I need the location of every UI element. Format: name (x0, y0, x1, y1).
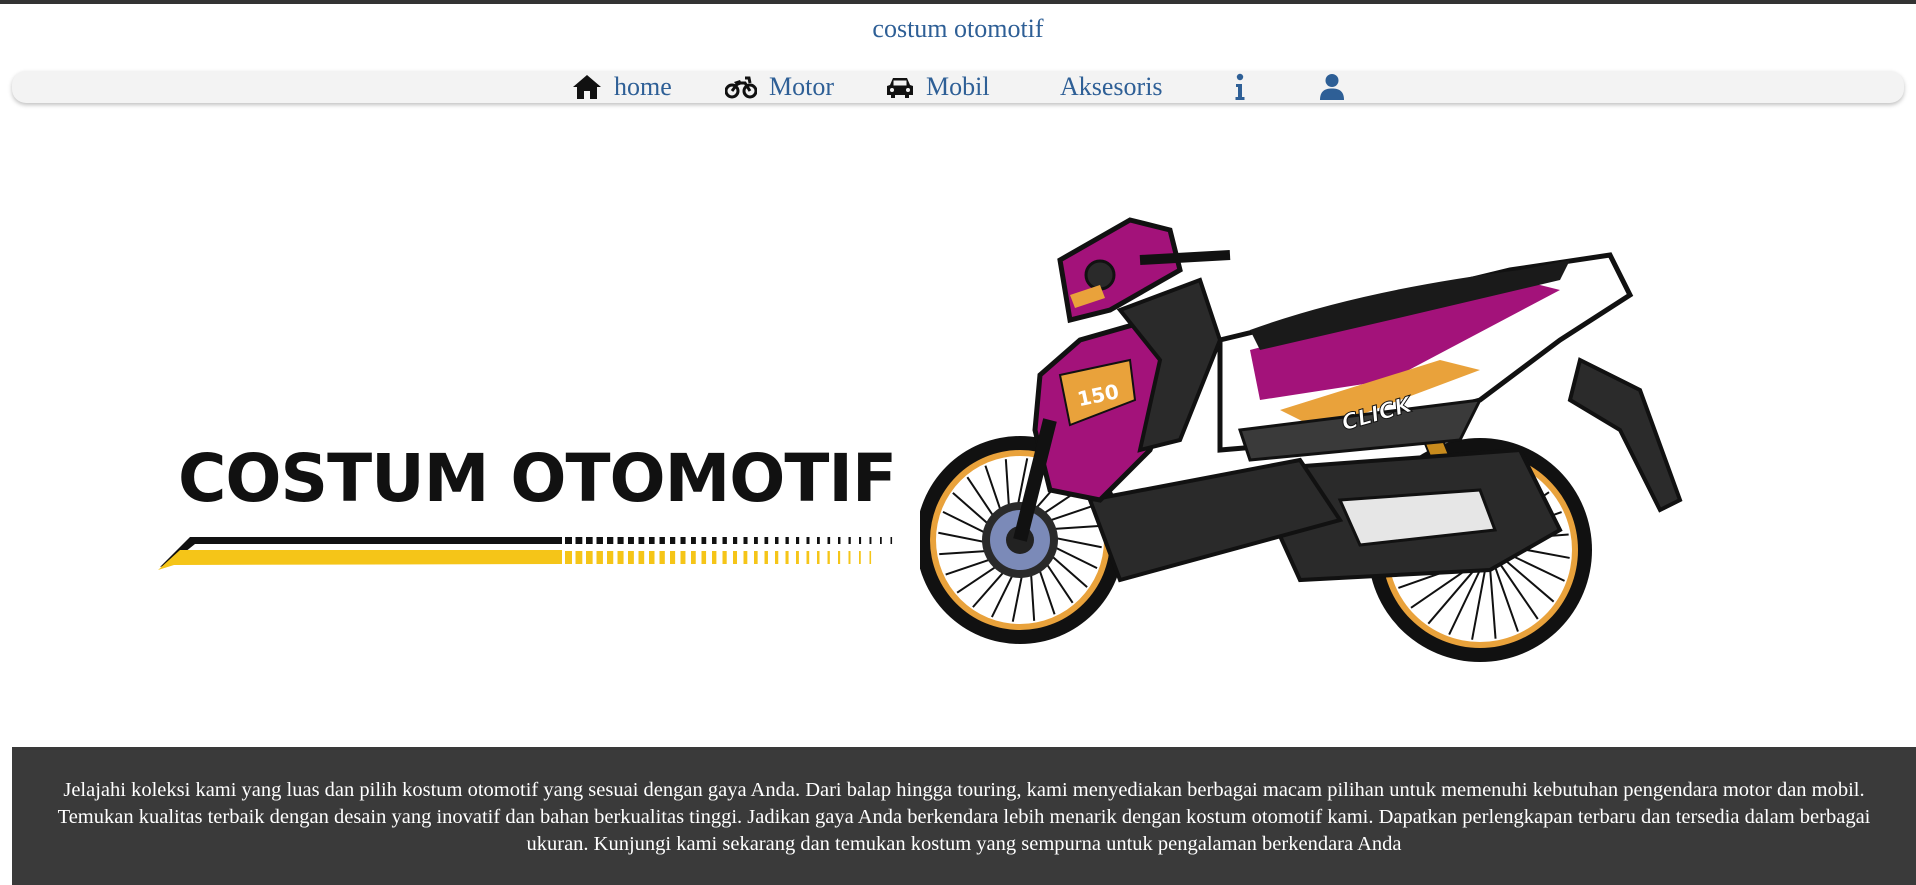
top-border (0, 0, 1916, 4)
site-title: costum otomotif (872, 14, 1044, 43)
scooter-illustration: 150 CLICK (920, 217, 1683, 662)
info-icon (1234, 73, 1246, 101)
nav-item-info[interactable] (1234, 71, 1246, 103)
nav-item-home[interactable]: home (572, 71, 672, 103)
speed-stripes-graphic (158, 537, 893, 570)
nav-item-aksesoris[interactable]: Aksesoris (1060, 71, 1163, 103)
nav-label-aksesoris: Aksesoris (1060, 72, 1163, 101)
info-banner-text: Jelajahi koleksi kami yang luas dan pili… (57, 779, 1871, 855)
info-banner: Jelajahi koleksi kami yang luas dan pili… (12, 747, 1916, 885)
brand-logo-wrapper: COSTUM OTOMOTIF (150, 440, 940, 590)
nav-label-mobil: Mobil (926, 72, 990, 101)
nav-item-mobil[interactable]: Mobil (886, 71, 990, 103)
nav-item-account[interactable] (1319, 71, 1345, 103)
main-navbar: home Motor Mobil Aksesoris (12, 71, 1904, 103)
home-icon (572, 74, 602, 100)
car-icon (886, 75, 914, 99)
user-icon (1319, 73, 1345, 101)
nav-label-motor: Motor (769, 72, 834, 101)
nav-label-home: home (614, 72, 672, 101)
nav-item-motor[interactable]: Motor (725, 71, 834, 103)
motorcycle-icon (725, 75, 757, 99)
